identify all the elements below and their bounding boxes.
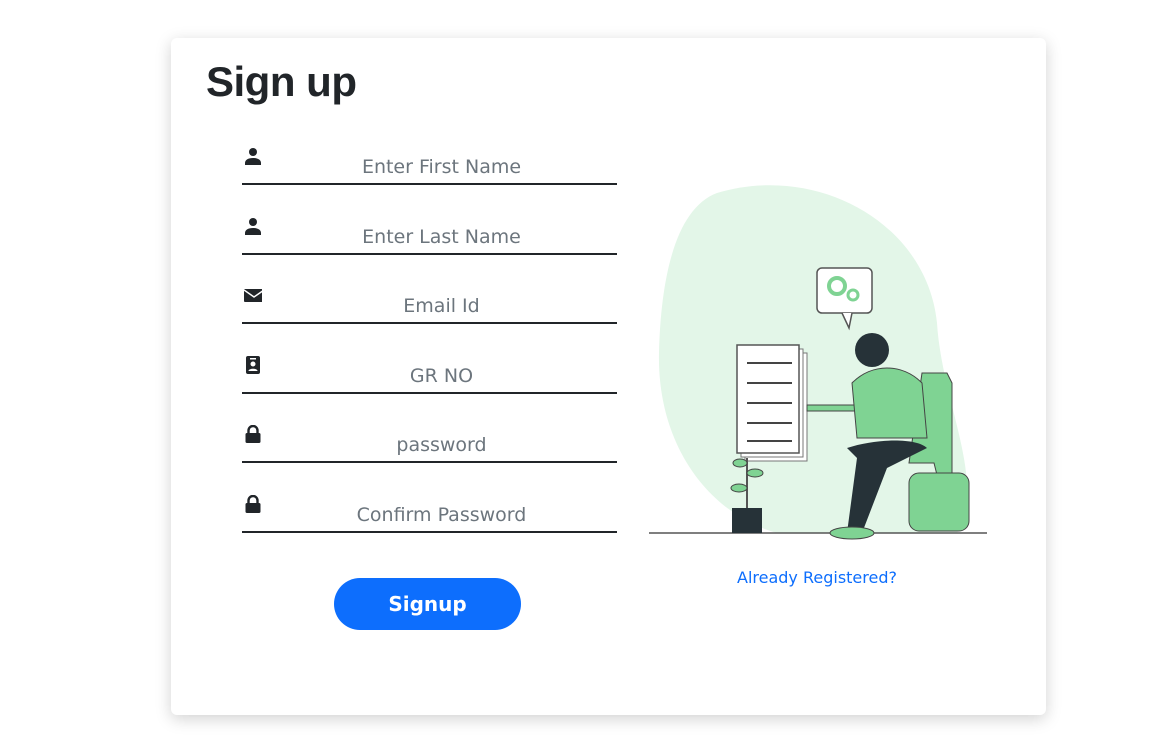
last-name-input[interactable] xyxy=(266,221,617,253)
lock-icon xyxy=(245,425,261,443)
signup-card: Sign up Signup Already Registered? xyxy=(171,38,1046,715)
envelope-icon xyxy=(244,289,262,302)
email-input[interactable] xyxy=(266,290,617,322)
last-name-field xyxy=(242,213,617,255)
user-icon xyxy=(245,218,261,235)
first-name-input[interactable] xyxy=(266,151,617,183)
id-badge-icon xyxy=(246,356,260,374)
confirm-password-input[interactable] xyxy=(266,499,617,531)
already-registered-link[interactable]: Already Registered? xyxy=(737,568,897,587)
gr-no-input[interactable] xyxy=(266,360,617,392)
first-name-field xyxy=(242,143,617,185)
password-input[interactable] xyxy=(266,429,617,461)
lock-icon xyxy=(245,495,261,513)
confirm-password-field xyxy=(242,491,617,533)
email-field xyxy=(242,282,617,324)
user-icon xyxy=(245,148,261,165)
student-illustration xyxy=(649,185,987,540)
password-field xyxy=(242,421,617,463)
gr-no-field xyxy=(242,352,617,394)
signup-button[interactable]: Signup xyxy=(334,578,521,630)
page-title: Sign up xyxy=(206,58,357,105)
